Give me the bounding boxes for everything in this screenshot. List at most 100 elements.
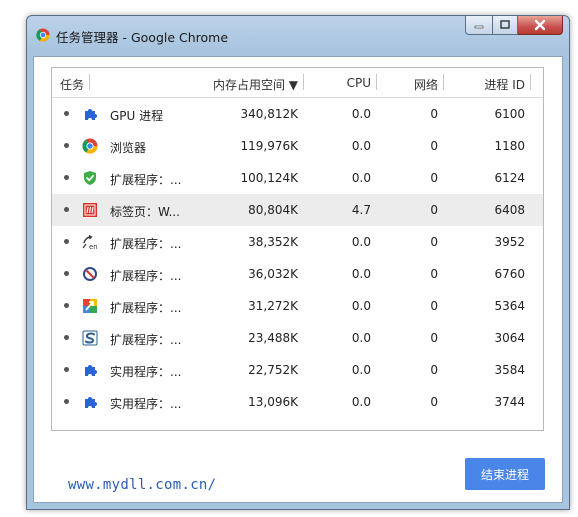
cpu-value: 0.0 [351, 363, 371, 377]
memory-value: 100,124K [240, 171, 299, 185]
network-value: 0 [430, 363, 438, 377]
row-bullet [64, 175, 69, 180]
table-row[interactable]: 浏览器 119,976K 0.0 0 1180 [52, 130, 543, 162]
memory-value: 13,096K [248, 395, 298, 409]
task-name: 标签页：W... [110, 205, 180, 219]
cpu-value: 0.0 [351, 299, 371, 313]
task-name: 实用程序：... [110, 365, 182, 379]
process-table: 任务 内存占用空间 ▼ CPU 网络 进程 ID GPU 进程 340,812K… [51, 67, 544, 431]
column-header-cpu[interactable]: CPU [347, 74, 378, 90]
task-name: 扩展程序：... [110, 173, 182, 187]
watermark-text: www.mydll.com.cn/ [68, 477, 217, 493]
table-header: 任务 内存占用空间 ▼ CPU 网络 进程 ID [52, 68, 543, 98]
s-logo-icon [82, 330, 98, 346]
table-row[interactable]: 扩展程序：... 23,488K 0.0 0 3064 [52, 322, 543, 354]
table-row[interactable]: 扩展程序：... 31,272K 0.0 0 5364 [52, 290, 543, 322]
end-process-button[interactable]: 结束进程 [465, 458, 545, 490]
memory-value: 23,488K [248, 331, 298, 345]
puzzle-icon [85, 365, 97, 376]
content-area: 任务 内存占用空间 ▼ CPU 网络 进程 ID GPU 进程 340,812K… [33, 56, 563, 503]
column-header-memory[interactable]: 内存占用空间 ▼ [213, 74, 305, 93]
pid-value: 3952 [494, 235, 525, 249]
pid-value: 6124 [494, 171, 525, 185]
task-name: 扩展程序：... [110, 237, 182, 251]
column-header-network[interactable]: 网络 [414, 74, 445, 93]
red-page-icon [83, 203, 97, 217]
pid-value: 3744 [494, 395, 525, 409]
row-bullet [64, 399, 69, 404]
minimize-button[interactable] [465, 16, 492, 35]
task-name: GPU 进程 [110, 109, 164, 123]
green-shield-icon [84, 171, 96, 185]
network-value: 0 [430, 107, 438, 121]
window-title: 任务管理器 - Google Chrome [56, 30, 229, 45]
cpu-value: 0.0 [351, 235, 371, 249]
network-value: 0 [430, 331, 438, 345]
task-name: 实用程序：... [110, 397, 182, 411]
pid-value: 3064 [494, 331, 525, 345]
column-header-task[interactable]: 任务 [60, 74, 91, 93]
task-name: 扩展程序：... [110, 333, 182, 347]
row-bullet [64, 239, 69, 244]
task-manager-window: 任务管理器 - Google Chrome 任务 内存占用空间 ▼ CPU 网络… [26, 15, 570, 510]
row-bullet [64, 207, 69, 212]
memory-value: 38,352K [248, 235, 298, 249]
memory-value: 31,272K [248, 299, 298, 313]
table-row[interactable]: 扩展程序：... 100,124K 0.0 0 6124 [52, 162, 543, 194]
cpu-value: 4.7 [351, 203, 371, 217]
row-bullet [64, 303, 69, 308]
row-bullet [64, 271, 69, 276]
block-icon [83, 267, 97, 281]
pid-value: 6100 [494, 107, 525, 121]
row-bullet [64, 111, 69, 116]
window-controls [465, 16, 563, 37]
cpu-value: 0.0 [351, 107, 371, 121]
chrome-icon [36, 28, 50, 42]
close-button[interactable] [518, 16, 563, 35]
network-value: 0 [430, 267, 438, 281]
colorful-arrow-icon [83, 299, 97, 313]
cpu-value: 0.0 [351, 395, 371, 409]
table-row[interactable]: GPU 进程 340,812K 0.0 0 6100 [52, 98, 543, 130]
network-value: 0 [430, 203, 438, 217]
pid-value: 1180 [494, 139, 525, 153]
column-header-pid[interactable]: 进程 ID [484, 74, 531, 93]
row-bullet [64, 367, 69, 372]
task-name: 浏览器 [110, 141, 147, 155]
table-row[interactable]: en 扩展程序：... 38,352K 0.0 0 3952 [52, 226, 543, 258]
svg-text:en: en [89, 243, 98, 250]
puzzle-icon [85, 109, 97, 120]
table-row[interactable]: 实用程序：... 13,096K 0.0 0 3744 [52, 386, 543, 418]
network-value: 0 [430, 171, 438, 185]
network-value: 0 [430, 139, 438, 153]
cpu-value: 0.0 [351, 267, 371, 281]
close-icon [534, 19, 546, 31]
task-name: 扩展程序：... [110, 301, 182, 315]
pid-value: 3584 [494, 363, 525, 377]
memory-value: 340,812K [240, 107, 299, 121]
pid-value: 6408 [494, 203, 525, 217]
table-row[interactable]: 标签页：W... 80,804K 4.7 0 6408 [52, 194, 543, 226]
table-row[interactable]: 实用程序：... 22,752K 0.0 0 3584 [52, 354, 543, 386]
network-value: 0 [430, 299, 438, 313]
title-bar[interactable]: 任务管理器 - Google Chrome [27, 16, 569, 56]
memory-value: 36,032K [248, 267, 298, 281]
memory-value: 22,752K [248, 363, 298, 377]
cpu-value: 0.0 [351, 171, 371, 185]
row-bullet [64, 143, 69, 148]
cpu-value: 0.0 [351, 331, 371, 345]
network-value: 0 [430, 235, 438, 249]
maximize-icon [500, 20, 510, 29]
puzzle-icon [85, 397, 97, 408]
memory-value: 119,976K [240, 139, 299, 153]
pid-value: 6760 [494, 267, 525, 281]
network-value: 0 [430, 395, 438, 409]
maximize-button[interactable] [492, 16, 518, 35]
memory-value: 80,804K [248, 203, 298, 217]
chrome-icon [82, 138, 98, 154]
cpu-value: 0.0 [351, 139, 371, 153]
table-row[interactable]: 扩展程序：... 36,032K 0.0 0 6760 [52, 258, 543, 290]
minimize-icon [474, 25, 484, 29]
translate-icon: en [82, 234, 98, 250]
pid-value: 5364 [494, 299, 525, 313]
